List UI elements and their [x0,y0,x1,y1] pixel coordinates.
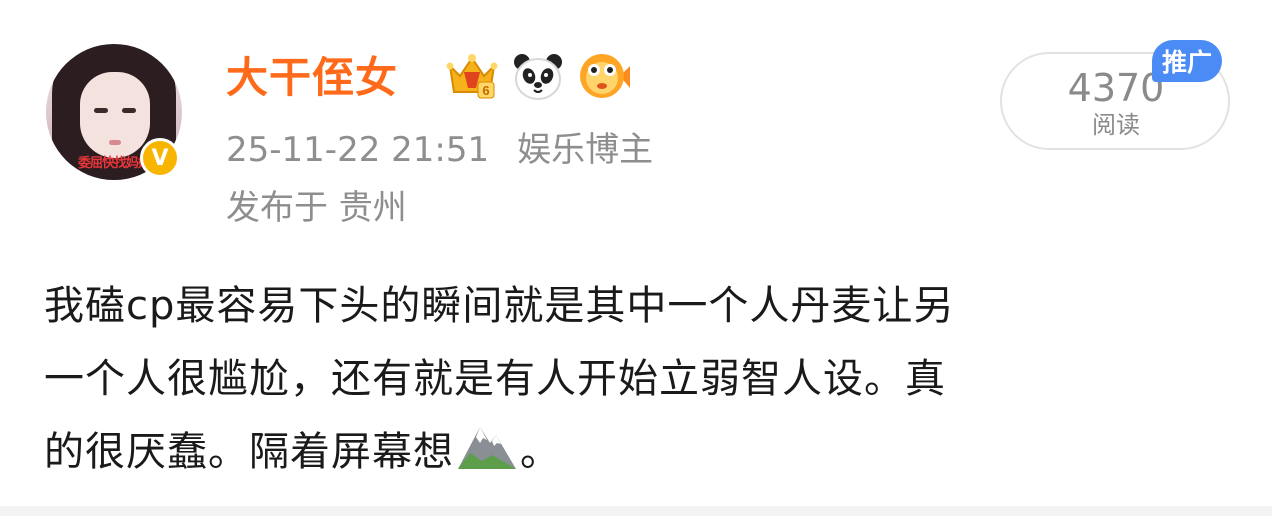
promote-badge[interactable]: 推广 [1152,40,1222,82]
post-line-1: 我磕cp最容易下头的瞬间就是其中一个人丹麦让另 [44,283,955,329]
verified-v-icon: V [140,138,180,178]
post-text: 我磕cp最容易下头的瞬间就是其中一个人丹麦让另 一个人很尴尬，还有就是有人开始立… [44,270,1244,489]
mountain-emoji [458,427,516,469]
svg-text:6: 6 [482,83,489,98]
post-line-2: 一个人很尴尬，还有就是有人开始立弱智人设。真 [44,356,946,402]
post-meta: 25-11-22 21:51 娱乐博主 [226,128,653,172]
author-name[interactable]: 大干侄女 [226,50,398,106]
avatar-eye-right [122,108,136,113]
post-location: 发布于 贵州 [226,188,407,228]
avatar-eye-left [94,108,108,113]
post-datetime[interactable]: 25-11-22 21:51 [226,128,489,172]
bottom-divider [0,506,1272,516]
read-label: 阅读 [1092,111,1140,139]
pufferfish-icon[interactable] [576,48,632,104]
author-badges: 6 [444,48,632,104]
panda-icon[interactable] [510,48,566,104]
post-line-3-end: 。 [520,429,561,475]
avatar-face [80,72,150,158]
author-category: 娱乐博主 [517,130,654,170]
crown-level-6-icon[interactable]: 6 [444,48,500,104]
post-line-3: 的很厌蠢。隔着屏幕想 。 [44,416,1244,489]
avatar-lips [109,140,121,145]
post-line-3-text: 的很厌蠢。隔着屏幕想 [44,429,454,475]
